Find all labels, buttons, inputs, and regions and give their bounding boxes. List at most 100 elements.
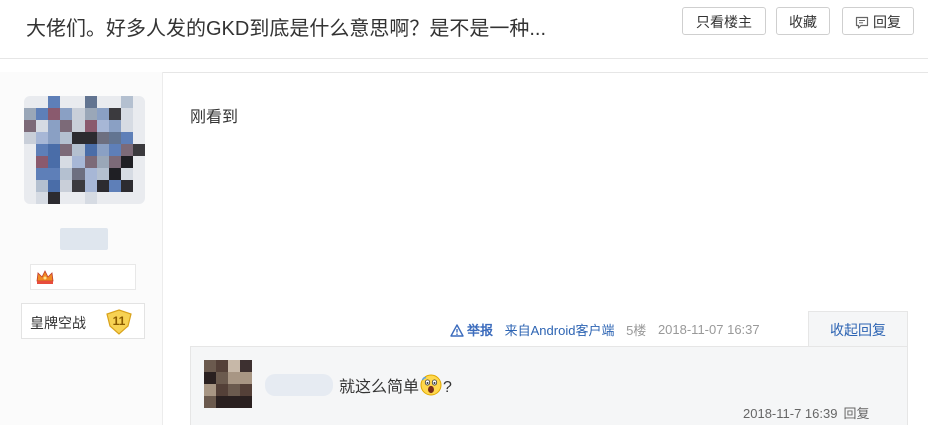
subreply-content: 就这么简单?	[339, 373, 452, 401]
warning-triangle-icon	[450, 324, 464, 337]
avatar-mosaic-cell	[96, 96, 109, 108]
avatar-mosaic-cell	[60, 156, 73, 168]
avatar-mosaic-cell	[72, 156, 85, 168]
author-honor[interactable]: 皇牌空战 11	[21, 303, 145, 339]
collapse-replies-button[interactable]: 收起回复	[808, 311, 908, 347]
avatar-mosaic-cell	[204, 360, 216, 372]
avatar-mosaic-cell	[72, 192, 85, 204]
subreply-avatar[interactable]	[204, 360, 252, 408]
avatar-mosaic-cell	[24, 156, 37, 168]
avatar-mosaic-cell	[132, 96, 145, 108]
thread-header: 大佬们。好多人发的GKD到底是什么意思啊？是不是一种... 只看楼主 收藏 回复	[0, 0, 928, 59]
avatar-mosaic-cell	[72, 96, 85, 108]
thread-title: 大佬们。好多人发的GKD到底是什么意思啊？是不是一种...	[26, 18, 547, 40]
avatar-mosaic-cell	[84, 180, 97, 192]
author-username-redacted[interactable]	[60, 228, 108, 250]
reply-button-label: 回复	[873, 14, 901, 30]
avatar-mosaic-cell	[36, 168, 49, 180]
avatar-mosaic-cell	[72, 108, 85, 120]
avatar-mosaic-cell	[228, 384, 240, 396]
avatar-mosaic-cell	[120, 108, 133, 120]
avatar-mosaic-cell	[120, 192, 133, 204]
avatar-mosaic-cell	[120, 156, 133, 168]
avatar-mosaic-cell	[72, 132, 85, 144]
honor-title: 皇牌空战	[30, 315, 86, 331]
avatar-mosaic-cell	[96, 156, 109, 168]
avatar-mosaic-cell	[108, 132, 121, 144]
avatar-mosaic-cell	[132, 120, 145, 132]
avatar-mosaic-cell	[84, 132, 97, 144]
author-panel: 皇牌空战 11	[0, 72, 163, 425]
avatar-mosaic-cell	[84, 108, 97, 120]
avatar-mosaic-cell	[108, 156, 121, 168]
avatar-mosaic-cell	[48, 144, 61, 156]
avatar-mosaic-cell	[240, 372, 252, 384]
favorite-button[interactable]: 收藏	[776, 7, 830, 35]
avatar-mosaic-cell	[48, 96, 61, 108]
subreply-reply-link[interactable]: 回复	[843, 406, 869, 421]
only-op-button[interactable]: 只看楼主	[682, 7, 766, 35]
avatar-mosaic-cell	[24, 108, 37, 120]
client-source[interactable]: 来自Android客户端	[505, 320, 615, 339]
avatar-mosaic-cell	[120, 180, 133, 192]
avatar-mosaic-cell	[240, 396, 252, 408]
avatar-mosaic-cell	[120, 96, 133, 108]
avatar-mosaic-cell	[60, 180, 73, 192]
report-label: 举报	[467, 323, 494, 338]
avatar-mosaic-cell	[240, 384, 252, 396]
avatar-mosaic-cell	[228, 396, 240, 408]
shield-level-icon: 11	[104, 308, 134, 336]
avatar-mosaic-cell	[24, 168, 37, 180]
subreply-text: 就这么简单	[339, 379, 420, 396]
avatar-mosaic-cell	[24, 96, 37, 108]
subreply-time: 2018-11-7 16:39	[743, 406, 838, 421]
reply-button[interactable]: 回复	[842, 7, 914, 35]
avatar-mosaic-cell	[132, 192, 145, 204]
avatar-mosaic-cell	[120, 144, 133, 156]
avatar-mosaic-cell	[216, 360, 228, 372]
avatar-mosaic-cell	[84, 96, 97, 108]
avatar-mosaic-cell	[96, 120, 109, 132]
floor-number: 5楼	[626, 323, 647, 338]
sub-reply: 就这么简单? 2018-11-7 16:39 回复	[190, 346, 908, 425]
avatar-mosaic-cell	[120, 132, 133, 144]
avatar-mosaic-cell	[84, 156, 97, 168]
post-time: 2018-11-07 16:37	[657, 322, 760, 337]
avatar-mosaic-cell	[60, 192, 73, 204]
avatar-mosaic-cell	[96, 132, 109, 144]
avatar-mosaic-cell	[204, 372, 216, 384]
avatar-mosaic-cell	[36, 96, 49, 108]
author-avatar[interactable]	[24, 96, 145, 204]
avatar-mosaic-cell	[24, 132, 37, 144]
avatar-mosaic-cell	[84, 144, 97, 156]
avatar-mosaic-cell	[96, 108, 109, 120]
avatar-mosaic-cell	[48, 192, 61, 204]
avatar-mosaic-cell	[228, 360, 240, 372]
subreply-text-end: ?	[443, 379, 452, 396]
avatar-mosaic-cell	[36, 132, 49, 144]
subreply-meta: 2018-11-7 16:39 回复	[743, 403, 869, 422]
report-link[interactable]: 举报	[450, 320, 493, 339]
avatar-mosaic-cell	[84, 168, 97, 180]
avatar-mosaic-cell	[108, 144, 121, 156]
honor-level: 11	[112, 314, 126, 328]
avatar-mosaic-cell	[60, 132, 73, 144]
avatar-mosaic-cell	[132, 156, 145, 168]
avatar-mosaic-cell	[36, 108, 49, 120]
avatar-mosaic-cell	[24, 120, 37, 132]
avatar-mosaic-cell	[84, 120, 97, 132]
author-badge-row	[30, 264, 136, 290]
avatar-mosaic-cell	[216, 396, 228, 408]
avatar-mosaic-cell	[216, 384, 228, 396]
avatar-mosaic-cell	[132, 180, 145, 192]
avatar-mosaic-cell	[36, 180, 49, 192]
avatar-mosaic-cell	[108, 168, 121, 180]
avatar-mosaic-cell	[36, 156, 49, 168]
avatar-mosaic-cell	[24, 192, 37, 204]
avatar-mosaic-cell	[132, 132, 145, 144]
avatar-mosaic-cell	[96, 168, 109, 180]
avatar-mosaic-cell	[60, 108, 73, 120]
subreply-username-redacted[interactable]	[265, 374, 333, 396]
avatar-mosaic-cell	[48, 120, 61, 132]
avatar-mosaic-cell	[240, 360, 252, 372]
